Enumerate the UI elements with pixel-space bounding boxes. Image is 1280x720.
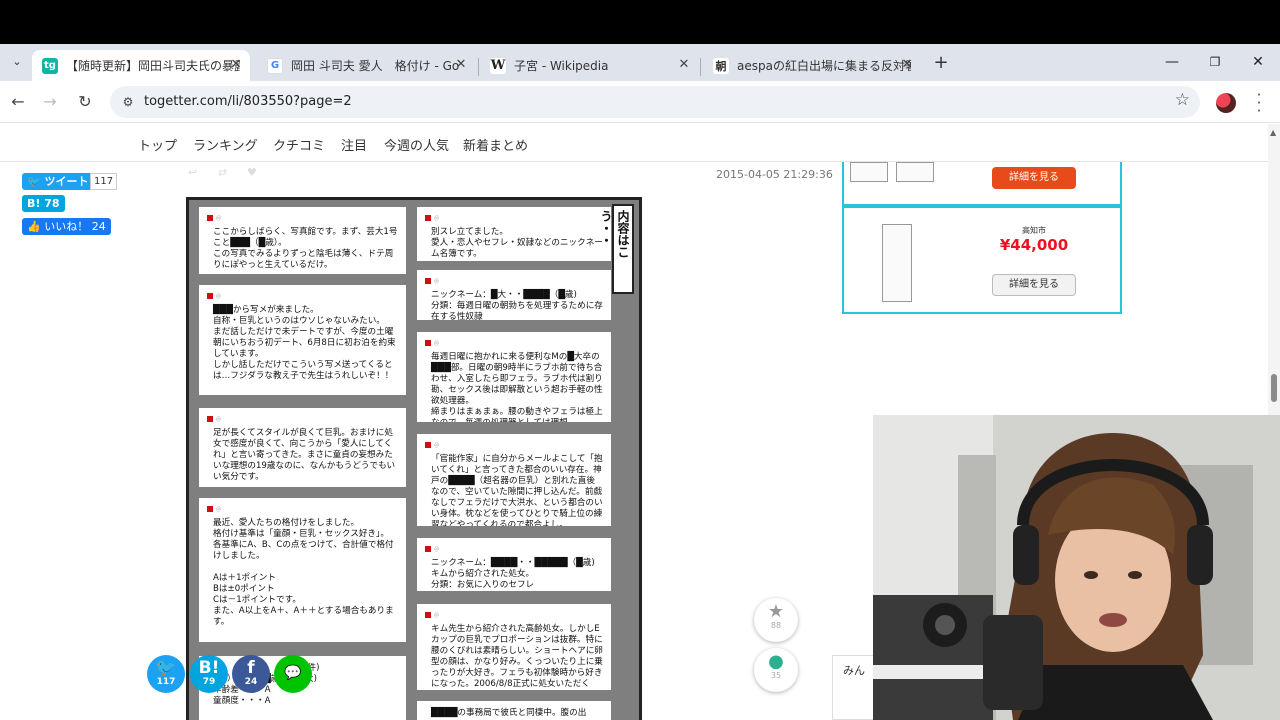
close-tab-icon[interactable]: ✕: [453, 57, 469, 73]
hatena-share-button[interactable]: B! 79: [190, 655, 228, 693]
google-favicon-icon: G: [267, 57, 283, 74]
site-navigation: トップ ランキング クチコミ 注目 今週の人気 新着まとめ: [0, 124, 1268, 162]
tab-title: 子宮 - Wikipedia: [514, 59, 609, 73]
ad-city: 高知市: [1022, 226, 1046, 235]
nav-kuchikomi[interactable]: クチコミ: [273, 135, 325, 154]
reload-icon[interactable]: ↻: [73, 90, 97, 114]
ad-price: ¥44,000: [999, 236, 1069, 254]
back-arrow-icon[interactable]: ←: [6, 90, 30, 114]
tab-divider: [478, 58, 479, 76]
url-text[interactable]: togetter.com/li/803550?page=2: [144, 86, 352, 118]
twitter-bird-icon: 🐦: [27, 175, 41, 188]
detail-button[interactable]: 詳細を見る: [992, 274, 1076, 296]
tweet-count: 117: [90, 173, 118, 190]
star-icon: ★: [767, 601, 785, 622]
tab-title: 岡田 斗司夫 愛人 格付け - Go: [291, 59, 460, 73]
forward-arrow-icon[interactable]: →: [38, 90, 62, 114]
webcam-overlay: [873, 415, 1280, 720]
nav-attention[interactable]: 注目: [341, 135, 367, 154]
detail-button[interactable]: 詳細を見る: [992, 167, 1076, 189]
property-ad-2[interactable]: 高知市 ¥44,000 詳細を見る: [842, 206, 1122, 314]
list-item: ████の事務局で彼氏と同棲中。腹の出: [417, 701, 611, 720]
line-share-button[interactable]: 💬: [274, 655, 312, 693]
nav-top[interactable]: トップ: [138, 135, 177, 154]
minimize-window-icon[interactable]: —: [1150, 44, 1194, 80]
twitter-share-button[interactable]: 🐦 117: [147, 655, 185, 693]
browser-window: { "browser": { "tabs": [ {"title": "【随時更…: [0, 0, 1280, 720]
list-item: ＠「官能作家」に自分からメールよこして「抱いてくれ」と言ってきた都合のいい存在。…: [417, 434, 611, 526]
reply-icon[interactable]: ↩: [188, 166, 197, 179]
twitter-bird-icon: 🐦: [155, 658, 177, 678]
restore-window-icon[interactable]: ❐: [1193, 44, 1237, 80]
scrollbar-thumb[interactable]: [1271, 374, 1277, 402]
list-item: ＠足が長くてスタイルが良くて巨乳。おまけに処女で感度が良くて、向こうから「愛人に…: [199, 408, 406, 487]
minna-panel[interactable]: みん: [832, 655, 874, 720]
list-item: ＠キム先生から紹介された高齢処女。しかしEカップの巨乳でプロポーションは抜群。特…: [417, 604, 611, 690]
list-item: ＠ ███から写メが来ました。 自称・巨乳というのはウソじゃないみたい。 まだ話し…: [199, 285, 406, 395]
togetter-favicon-icon: tg: [42, 57, 58, 74]
wikipedia-favicon-icon: W: [490, 57, 506, 74]
facebook-share-button[interactable]: f 24: [232, 655, 270, 693]
list-item: ＠最近、愛人たちの格付けをしました。 格付け基準は「童顔・巨乳・セックス好き」。…: [199, 498, 406, 642]
tweet-button[interactable]: 🐦 ツイート: [22, 173, 94, 190]
list-item: ＠ニックネーム：█大・・████（█歳) 分類：毎週日曜の朝勃ちを処理するために…: [417, 270, 611, 320]
close-tab-icon[interactable]: ✕: [228, 57, 244, 73]
nav-weekly-popular[interactable]: 今週の人気: [384, 135, 449, 154]
new-tab-button[interactable]: +: [930, 52, 952, 74]
tab-google[interactable]: G 岡田 斗司夫 愛人 格付け - Go ✕: [257, 50, 475, 81]
speech-bubble-icon: ●: [768, 651, 784, 672]
address-bar[interactable]: ⚙ togetter.com/li/803550?page=2 ☆: [110, 86, 1200, 118]
list-item: ＠ニックネーム：████・・█████（█歳) キムから紹介された処女。 分類：…: [417, 538, 611, 591]
tab-asahi[interactable]: 朝 aespaの紅白出場に集まる反対署 ✕: [703, 50, 921, 81]
favorite-button[interactable]: ★ 88: [754, 598, 798, 642]
letterbox-top: [0, 0, 1280, 44]
close-tab-icon[interactable]: ✕: [676, 57, 692, 73]
list-item: ＠毎週日曜に抱かれに来る便利なMの█大卒の███部。日曜の朝9時半にラブホ前で待…: [417, 332, 611, 422]
line-chat-icon: 💬: [284, 665, 302, 681]
tab-wikipedia[interactable]: W 子宮 - Wikipedia ✕: [480, 50, 698, 81]
site-info-icon[interactable]: ⚙: [120, 94, 136, 110]
menu-kebab-icon[interactable]: · · ·: [1254, 88, 1264, 119]
webcam-person-image: [873, 415, 1280, 720]
facebook-f-icon: f: [247, 658, 255, 678]
nav-ranking[interactable]: ランキング: [193, 135, 258, 154]
tab-search-button[interactable]: ⌄: [8, 53, 26, 71]
facebook-like-button[interactable]: 👍 いいね！ 24: [22, 218, 111, 235]
nav-new-matome[interactable]: 新着まとめ: [463, 135, 528, 154]
tab-title: 【随時更新】岡田斗司夫氏の暴露: [66, 59, 240, 73]
hatena-b-icon: B!: [198, 658, 220, 678]
profile-avatar[interactable]: [1216, 93, 1236, 113]
tab-title: aespaの紅白出場に集まる反対署: [737, 59, 911, 73]
tab-strip: ⌄ tg 【随時更新】岡田斗司夫氏の暴露 ✕ G 岡田 斗司夫 愛人 格付け -…: [0, 44, 1280, 81]
retweet-icon[interactable]: ⇄: [218, 166, 227, 179]
hatena-bookmark-button[interactable]: B! 78: [22, 195, 65, 212]
bookmark-star-icon[interactable]: ☆: [1175, 90, 1190, 110]
close-window-icon[interactable]: ✕: [1236, 44, 1280, 80]
floorplan-image: [850, 162, 888, 182]
tab-togetter[interactable]: tg 【随時更新】岡田斗司夫氏の暴露 ✕: [32, 50, 250, 81]
post-timestamp: 2015-04-05 21:29:36: [716, 168, 833, 181]
property-ad-1[interactable]: 詳細を見る: [842, 162, 1122, 206]
tweet-collage-image: ＠ここからしばらく、写真館です。まず、芸大1号こと███（█歳）。 この写真でみ…: [186, 197, 642, 720]
thumbs-up-icon: 👍: [27, 220, 41, 233]
tab-divider: [700, 58, 701, 76]
floorplan-image: [896, 162, 934, 182]
scroll-up-icon[interactable]: ▲: [1270, 128, 1276, 137]
list-item: ＠別スレ立てました。 愛人・恋人やセフレ・奴隷などのニックネーム名簿です。: [417, 207, 611, 261]
browser-toolbar: ← → ↻ ⚙ togetter.com/li/803550?page=2 ☆: [0, 81, 1280, 123]
close-tab-icon[interactable]: ✕: [899, 57, 915, 73]
favorite-icon[interactable]: ♥: [247, 166, 257, 179]
vertical-caption: 内容はこう・・: [599, 204, 634, 294]
comment-button[interactable]: ● 35: [754, 648, 798, 692]
floorplan-image: [882, 224, 912, 302]
list-item: ＠ここからしばらく、写真館です。まず、芸大1号こと███（█歳）。 この写真でみ…: [199, 207, 406, 274]
asahi-favicon-icon: 朝: [713, 57, 729, 74]
